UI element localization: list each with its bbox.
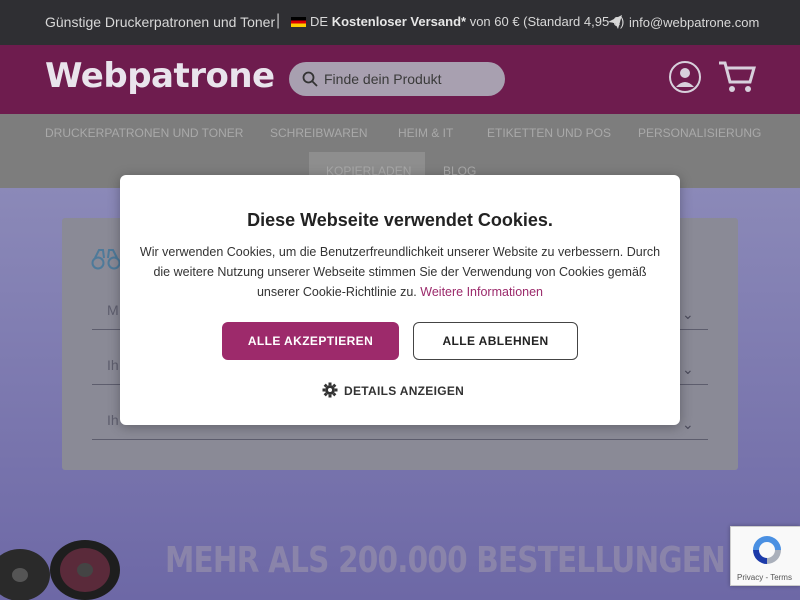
search-input[interactable] <box>324 68 494 90</box>
country-code: DE <box>310 14 329 29</box>
nav-item-heim-it[interactable]: Heim & IT <box>398 126 453 140</box>
chevron-down-icon: ⌄ <box>682 306 694 322</box>
decline-all-button[interactable]: ALLE ABLEHNEN <box>413 322 578 360</box>
germany-flag-icon <box>291 17 306 27</box>
email-link[interactable]: info@webpatrone.com <box>607 14 759 30</box>
shipping-rest: von 60 € (Standard 4,95 €) <box>466 14 625 29</box>
more-info-link[interactable]: Weitere Informationen <box>420 285 543 299</box>
main-header: Webpatrone <box>0 45 800 114</box>
show-details-button[interactable]: DETAILS ANZEIGEN <box>322 382 464 398</box>
tagline: Günstige Druckerpatronen und Toner <box>45 14 276 30</box>
separator: | <box>276 12 281 29</box>
search-box[interactable] <box>289 62 505 96</box>
recaptcha-links[interactable]: Privacy - Terms <box>737 573 792 582</box>
nav-item-personalisierung[interactable]: Personalisierung <box>638 126 761 140</box>
shipping-bold: Kostenloser Versand* <box>331 14 467 29</box>
cookie-text: Wir verwenden Cookies, um die Benutzerfr… <box>139 245 661 299</box>
email-text: info@webpatrone.com <box>629 15 760 30</box>
chevron-down-icon: ⌄ <box>682 416 694 432</box>
chevron-down-icon: ⌄ <box>682 361 694 377</box>
top-info-bar: Günstige Druckerpatronen und Toner | DE … <box>0 0 800 45</box>
search-icon <box>302 71 318 87</box>
gear-icon <box>322 382 338 398</box>
user-account-icon[interactable] <box>668 60 702 94</box>
nav-item-etiketten[interactable]: Etiketten und POS <box>487 126 611 140</box>
manufacturer-select[interactable]: M <box>107 302 119 318</box>
logo[interactable]: Webpatrone <box>45 56 275 96</box>
paper-plane-icon <box>608 15 622 29</box>
cookie-title: Diese Webseite verwendet Cookies. <box>247 210 553 230</box>
divider <box>92 439 708 440</box>
details-label: DETAILS ANZEIGEN <box>344 384 465 398</box>
nav-item-schreibwaren[interactable]: Schreibwaren <box>270 126 368 140</box>
recaptcha-badge[interactable]: Privacy - Terms <box>730 526 800 586</box>
printer-series-select[interactable]: Ih <box>107 357 119 373</box>
cookie-body: Wir verwenden Cookies, um die Benutzerfr… <box>135 242 665 302</box>
cookie-dialog: Diese Webseite verwendet Cookies. Wir ve… <box>120 175 680 425</box>
recaptcha-icon <box>753 536 781 564</box>
nav-item-druckerpatronen[interactable]: Druckerpatronen und Toner <box>45 126 243 140</box>
cart-icon[interactable] <box>718 60 756 94</box>
accept-all-button[interactable]: ALLE AKZEPTIEREN <box>222 322 399 360</box>
shipping-info: DE Kostenloser Versand* von 60 € (Standa… <box>291 14 624 29</box>
banner-headline: MEHR ALS 200.000 BESTELLUNGEN <box>165 540 726 581</box>
binoculars-icon <box>91 249 121 270</box>
printer-model-select[interactable]: Ih <box>107 412 119 428</box>
ribbon-spools-image <box>0 540 120 600</box>
